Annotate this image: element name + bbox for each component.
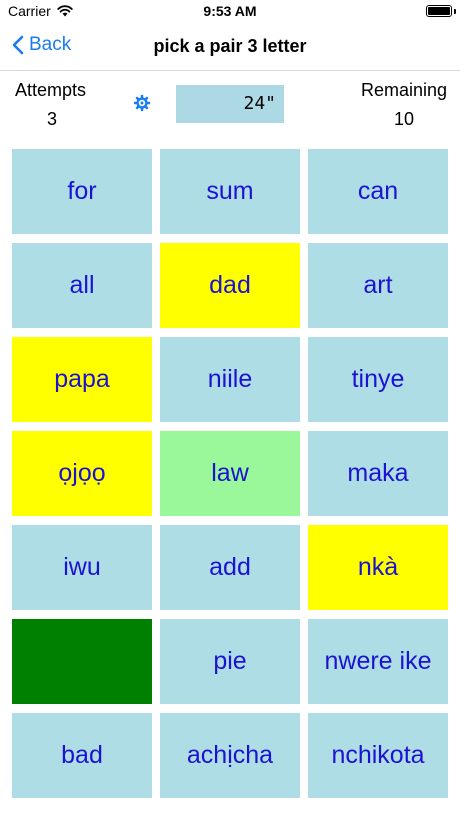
word-card[interactable]: achịcha bbox=[160, 713, 300, 798]
battery-icon bbox=[426, 5, 452, 17]
nav-bar: Back pick a pair 3 letter bbox=[0, 24, 460, 71]
status-bar: Carrier 9:53 AM bbox=[0, 0, 460, 24]
timer-display: 24" bbox=[176, 85, 284, 123]
word-card[interactable]: nkà bbox=[308, 525, 448, 610]
chevron-left-icon bbox=[12, 35, 24, 55]
word-card[interactable]: add bbox=[160, 525, 300, 610]
word-card[interactable]: all bbox=[12, 243, 152, 328]
back-button[interactable]: Back bbox=[12, 34, 71, 56]
word-card[interactable]: nchikota bbox=[308, 713, 448, 798]
word-card[interactable]: art bbox=[308, 243, 448, 328]
word-card[interactable]: for bbox=[12, 149, 152, 234]
remaining-value: 10 bbox=[394, 109, 415, 129]
word-card[interactable] bbox=[12, 619, 152, 704]
status-time: 9:53 AM bbox=[203, 3, 257, 19]
word-card[interactable]: pie bbox=[160, 619, 300, 704]
word-card[interactable]: law bbox=[160, 431, 300, 516]
word-card[interactable]: dad bbox=[160, 243, 300, 328]
word-card[interactable]: niile bbox=[160, 337, 300, 422]
word-card[interactable]: iwu bbox=[12, 525, 152, 610]
attempts-label: Attempts bbox=[15, 80, 87, 100]
word-card[interactable]: papa bbox=[12, 337, 152, 422]
word-card[interactable]: tinye bbox=[308, 337, 448, 422]
word-card[interactable]: sum bbox=[160, 149, 300, 234]
word-card[interactable]: bad bbox=[12, 713, 152, 798]
word-card[interactable]: maka bbox=[308, 431, 448, 516]
word-card[interactable]: ọjọọ bbox=[12, 431, 152, 516]
remaining-label: Remaining bbox=[361, 80, 448, 100]
attempts-value: 3 bbox=[47, 109, 58, 129]
back-label: Back bbox=[29, 34, 72, 55]
word-card[interactable]: nwere ike bbox=[308, 619, 448, 704]
word-card[interactable]: can bbox=[308, 149, 448, 234]
battery-tip bbox=[454, 9, 456, 14]
gear-icon[interactable] bbox=[133, 94, 151, 112]
